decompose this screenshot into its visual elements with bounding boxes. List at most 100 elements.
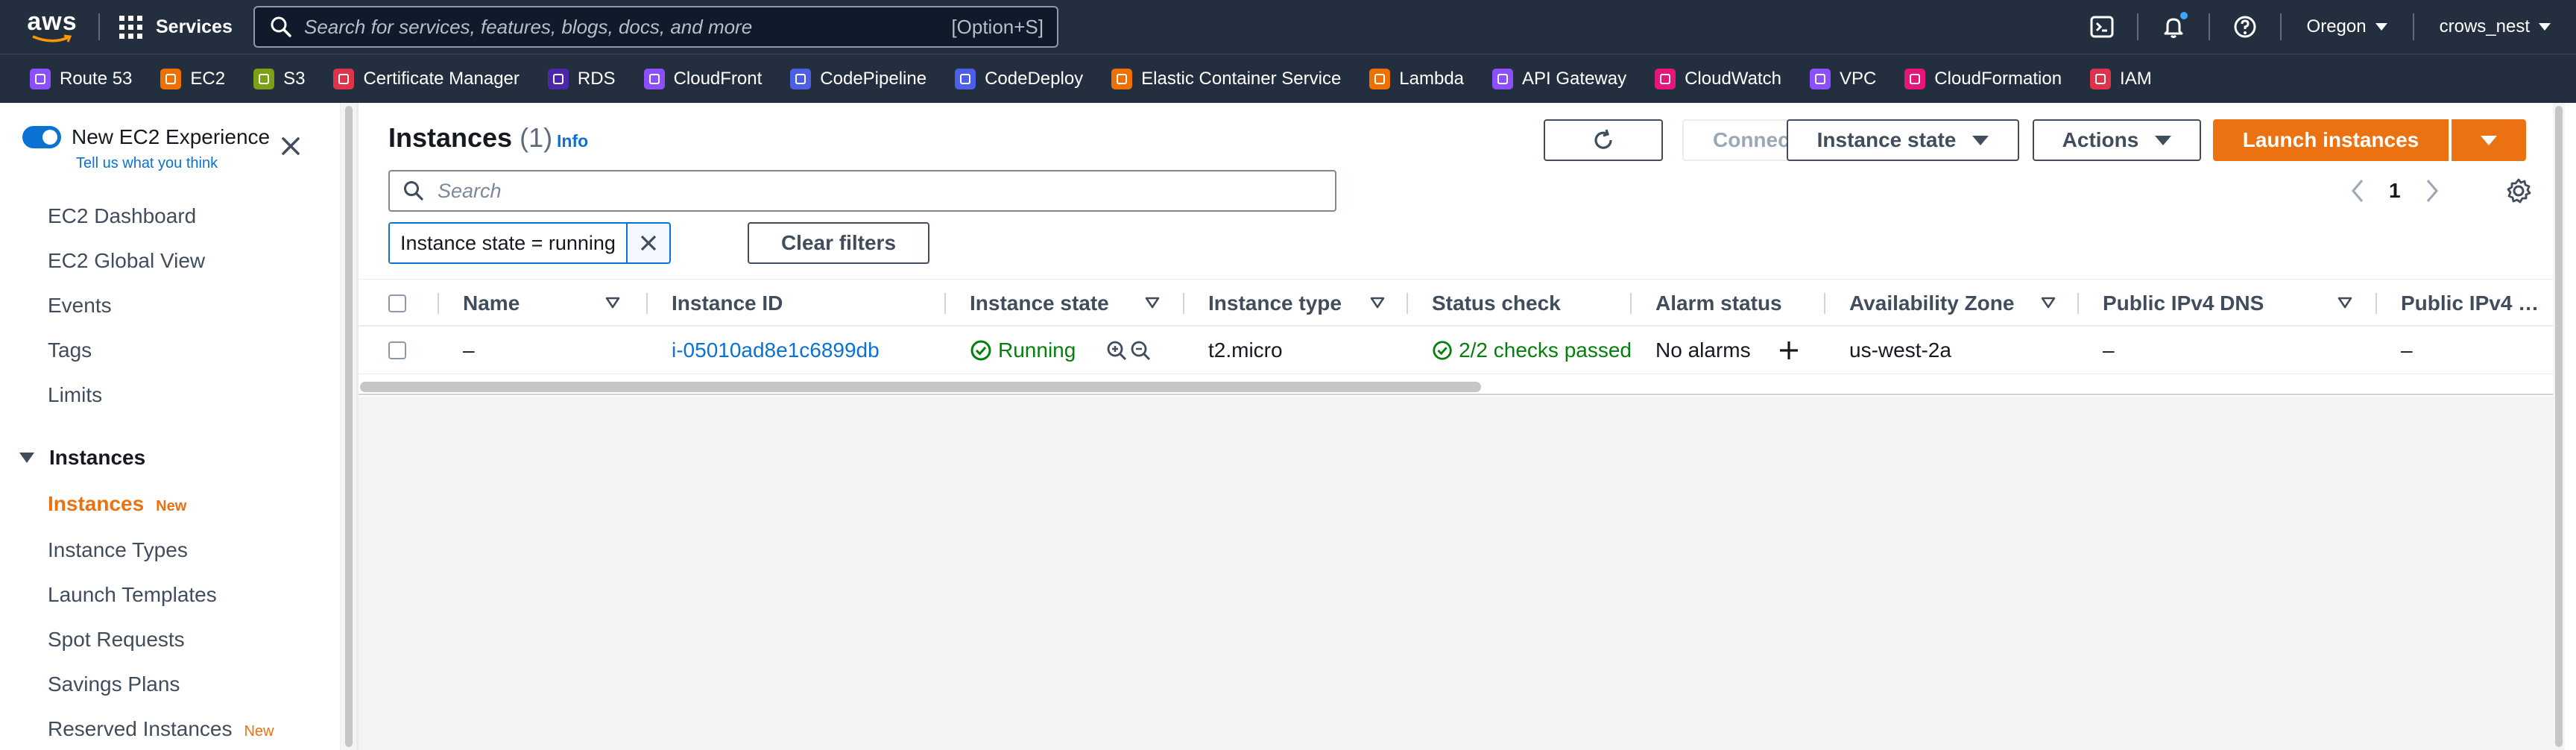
column-header-public-ipv4[interactable]: Public IPv4 … [2401,280,2550,327]
favorite-rds[interactable]: RDS [547,68,616,89]
cloudshell-button[interactable] [2076,0,2128,54]
favorite-s3[interactable]: S3 [253,68,305,89]
favorite-cloudwatch[interactable]: CloudWatch [1655,68,1781,89]
favorite-iam[interactable]: IAM [2090,68,2152,89]
caret-down-icon [19,453,34,463]
refresh-button[interactable] [1544,119,1663,161]
services-menu-button[interactable]: Services [119,15,233,39]
favorite-label: CloudFormation [1934,68,2062,89]
sidenav-item-spot-requests[interactable]: Spot Requests [48,628,185,652]
cell-instance-id-link[interactable]: i-05010ad8e1c6899db [672,327,940,374]
column-header-alarm-status[interactable]: Alarm status [1655,280,1819,327]
column-divider [438,293,439,314]
global-search-input[interactable]: Search for services, features, blogs, do… [253,6,1058,48]
column-header-public-ipv4-dns[interactable]: Public IPv4 DNS [2103,280,2296,327]
column-divider [1407,293,1408,314]
region-selector[interactable]: Oregon [2291,16,2404,37]
sidenav-item-limits[interactable]: Limits [48,383,102,407]
sidenav-item-ec2-dashboard[interactable]: EC2 Dashboard [48,204,196,228]
favorite-cloudformation[interactable]: CloudFormation [1904,68,2062,89]
clear-filters-button[interactable]: Clear filters [748,222,929,264]
column-header-instance-type[interactable]: Instance type [1208,280,1357,327]
feedback-link[interactable]: Tell us what you think [76,155,218,172]
instances-search-input[interactable]: Search [388,170,1336,212]
favorite-ecs[interactable]: Elastic Container Service [1111,68,1341,89]
zoom-in-icon[interactable] [1105,339,1129,362]
sidenav-item-launch-templates[interactable]: Launch Templates [48,583,217,607]
cell-status-check[interactable]: 2/2 checks passed [1432,327,1632,374]
main-vertical-scrollbar[interactable] [2553,103,2565,750]
sidenav-item-label: Instances [48,492,145,515]
chevron-left-icon[interactable] [2349,176,2367,206]
sidenav-item-label: Launch Templates [48,583,217,606]
launch-options-dropdown[interactable] [2452,119,2526,161]
favorite-cloudfront[interactable]: CloudFront [643,68,763,89]
sidenav-item-global-view[interactable]: EC2 Global View [48,249,205,273]
account-menu[interactable]: crows_nest [2423,16,2576,37]
add-alarm-icon[interactable] [1778,339,1800,362]
info-link[interactable]: Info [557,131,588,151]
scrollbar-thumb[interactable] [2555,106,2563,747]
cell-name[interactable]: – [463,327,612,374]
sort-icon[interactable] [1144,294,1161,315]
select-all-checkbox[interactable] [388,280,418,327]
actions-dropdown[interactable]: Actions [2033,119,2201,161]
sort-icon[interactable] [2337,294,2353,315]
zoom-out-icon[interactable] [1129,339,1153,362]
page-title-text: Instances [388,122,513,153]
column-header-status-check[interactable]: Status check [1432,280,1626,327]
aws-smile-icon [32,34,72,42]
favorite-certificate-manager[interactable]: Certificate Manager [333,68,520,89]
notifications-button[interactable] [2147,0,2200,54]
region-label: Oregon [2306,16,2367,37]
launch-instances-button[interactable]: Launch instances [2213,119,2449,161]
favorite-ec2[interactable]: EC2 [160,68,225,89]
column-header-instance-state[interactable]: Instance state [970,280,1119,327]
chevron-right-icon[interactable] [2423,176,2441,206]
help-button[interactable] [2219,0,2271,54]
alarm-label: No alarms [1655,338,1751,362]
scrollbar-thumb[interactable] [345,106,353,747]
cell-alarm-status: No alarms [1655,327,1834,374]
column-header-availability-zone[interactable]: Availability Zone [1849,280,2043,327]
favorite-label: CloudFront [673,68,763,89]
sort-icon[interactable] [1369,294,1386,315]
search-placeholder: Search for services, features, blogs, do… [304,15,753,38]
scrollbar-thumb[interactable] [360,382,1481,392]
filter-token-label[interactable]: Instance state = running [390,224,628,262]
sidenav-item-events[interactable]: Events [48,294,112,318]
cloudshell-icon [2090,16,2114,38]
checkbox[interactable] [388,294,406,312]
sidenav-section-instances[interactable]: Instances [19,446,145,470]
favorite-api-gateway[interactable]: API Gateway [1492,68,1626,89]
cell-instance-type: t2.micro [1208,338,1283,362]
sidenav-item-instances[interactable]: Instances New [48,492,186,516]
sidenav-item-savings-plans[interactable]: Savings Plans [48,672,180,696]
row-checkbox[interactable] [388,327,418,374]
favorite-lambda[interactable]: Lambda [1369,68,1464,89]
favorite-codedeploy[interactable]: CodeDeploy [955,68,1083,89]
sidenav-item-tags[interactable]: Tags [48,338,92,362]
preferences-button[interactable] [2504,176,2534,209]
column-header-name[interactable]: Name [463,280,582,327]
table-row[interactable]: – i-05010ad8e1c6899db Running t2.micro 2… [359,327,2553,374]
sidenav-item-instance-types[interactable]: Instance Types [48,538,188,562]
close-sidenav-button[interactable] [277,133,304,163]
favorite-route53[interactable]: Route 53 [30,68,132,89]
sort-icon[interactable] [2040,294,2056,315]
section-label: Instances [49,446,146,469]
checkbox[interactable] [388,341,406,359]
instance-state-dropdown[interactable]: Instance state [1787,119,2019,161]
sidenav-item-reserved-instances[interactable]: Reserved Instances New [48,717,274,741]
new-experience-toggle[interactable] [22,126,61,148]
aws-logo[interactable]: aws [25,6,79,48]
top-navigation: aws Services Search for services, featur… [0,0,2576,54]
sort-icon[interactable] [604,294,621,315]
favorite-codepipeline[interactable]: CodePipeline [790,68,926,89]
sidenav-scrollbar[interactable] [340,103,356,750]
table-horizontal-scrollbar[interactable] [359,379,2553,395]
remove-filter-button[interactable] [628,224,669,262]
column-header-instance-id[interactable]: Instance ID [672,280,910,327]
favorite-vpc[interactable]: VPC [1809,68,1876,89]
current-page[interactable]: 1 [2389,179,2401,203]
